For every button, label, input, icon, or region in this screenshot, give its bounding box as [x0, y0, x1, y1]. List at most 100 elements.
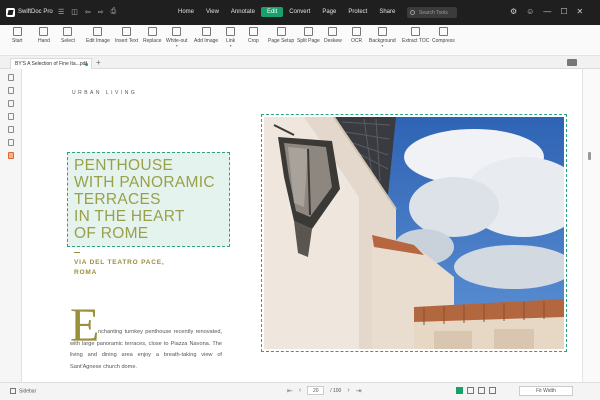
tool-extract-toc[interactable]: Extract TOC	[402, 27, 429, 44]
tool-edit-image[interactable]: Edit Image	[86, 27, 110, 44]
sidebar-toggle[interactable]: Sidebar	[10, 388, 36, 394]
signature-icon[interactable]	[8, 152, 14, 159]
tool-ocr[interactable]: OCR	[351, 27, 362, 44]
tool-white-out[interactable]: White-out ▾	[166, 27, 187, 48]
tool-link[interactable]: Link ▾	[226, 27, 235, 48]
extract-toc-icon	[411, 27, 421, 36]
crop-icon	[248, 27, 258, 36]
bookmark-icon[interactable]	[8, 74, 14, 81]
app-name: SwiftDoc Pro	[18, 9, 53, 15]
sidebar-icon	[10, 388, 16, 394]
tool-split-page[interactable]: Split Page	[297, 27, 320, 44]
tool-deskew[interactable]: Deskew	[324, 27, 342, 44]
body-paragraph: nchanting turnkey penthouse recently ren…	[70, 327, 222, 373]
layers-icon[interactable]	[8, 126, 14, 133]
home-icon	[12, 27, 22, 36]
quick-access-toolbar: ☰ ◫ ⇦ ⇨ ⎙	[58, 8, 116, 16]
section-kicker: URBAN LIVING	[72, 90, 138, 96]
vertical-scrollbar[interactable]	[582, 69, 600, 382]
window-controls: ⚙ ☺ — ☐ ✕	[510, 7, 583, 16]
last-page-icon[interactable]: ⇥	[356, 387, 362, 395]
print-icon[interactable]: ⎙	[111, 8, 117, 16]
whiteout-icon	[172, 27, 182, 36]
tool-start[interactable]: Start	[12, 27, 23, 44]
replace-icon	[147, 27, 157, 36]
menu-share[interactable]: Share	[373, 7, 401, 17]
menu-protect[interactable]: Protect	[342, 7, 373, 17]
search-tools-input[interactable]: Search Tools	[407, 7, 457, 18]
fullscreen-icon[interactable]	[489, 387, 496, 394]
total-pages: / 100	[330, 387, 342, 394]
tool-insert-text[interactable]: Insert Text	[115, 27, 138, 44]
insert-text-icon	[121, 27, 131, 36]
continuous-view-icon[interactable]	[467, 387, 474, 394]
next-page-icon[interactable]: ›	[347, 387, 349, 394]
menu-view[interactable]: View	[200, 7, 225, 17]
hand-icon	[39, 27, 49, 36]
search-icon	[410, 10, 415, 15]
attachment-icon[interactable]	[8, 113, 14, 120]
menu-home[interactable]: Home	[172, 7, 200, 17]
ribbon-toolbar: Start Hand Select Edit Image Insert Text…	[0, 25, 600, 56]
close-button[interactable]: ✕	[577, 7, 584, 16]
image-selection-frame[interactable]	[261, 114, 567, 352]
menu-convert[interactable]: Convert	[283, 7, 316, 17]
minimize-button[interactable]: —	[543, 7, 551, 16]
title-bar: SwiftDoc Pro ☰ ◫ ⇦ ⇨ ⎙ Home View Annotat…	[0, 0, 600, 25]
unsaved-dot-icon	[85, 63, 88, 66]
settings-icon[interactable]: ⚙	[510, 7, 517, 16]
menu-edit[interactable]: Edit	[260, 7, 284, 17]
address-subhead: VIA DEL TEATRO PACE, ROMA	[74, 259, 165, 276]
prev-page-icon[interactable]: ‹	[299, 387, 301, 394]
headline-text-box[interactable]: PENTHOUSE WITH PANORAMIC TERRACES IN THE…	[67, 152, 230, 247]
tool-replace[interactable]: Replace	[143, 27, 161, 44]
document-page: URBAN LIVING PENTHOUSE WITH PANORAMIC TE…	[22, 69, 582, 382]
ocr-icon	[352, 27, 362, 36]
maximize-button[interactable]: ☐	[560, 7, 567, 16]
document-tab-bar: BY'S A Selection of Fine Ita...pdf +	[0, 56, 600, 69]
view-mode-buttons	[456, 387, 496, 394]
tool-page-setup[interactable]: Page Setup	[268, 27, 294, 44]
sidebar-label: Sidebar	[19, 388, 37, 395]
menu-page[interactable]: Page	[316, 7, 342, 17]
body-text: nchanting turnkey penthouse recently ren…	[70, 329, 222, 370]
comment-icon[interactable]	[8, 100, 14, 107]
compress-icon	[438, 27, 448, 36]
building-photo-illustration	[264, 117, 564, 349]
account-icon[interactable]: ☺	[526, 7, 534, 16]
thumbnails-icon[interactable]	[8, 87, 14, 94]
status-bar: Sidebar ⇤ ‹ 20 / 100 › ⇥ Fit Width	[0, 382, 600, 400]
redo-icon[interactable]: ⇨	[98, 8, 104, 16]
page-number-input[interactable]: 20	[307, 386, 325, 395]
first-page-icon[interactable]: ⇤	[287, 387, 293, 395]
panel-toggle-icon[interactable]	[567, 59, 577, 66]
page-navigation: ⇤ ‹ 20 / 100 › ⇥	[287, 386, 362, 395]
app-logo-icon	[6, 8, 15, 17]
undo-icon[interactable]: ⇦	[85, 8, 91, 16]
tool-background[interactable]: Background ▾	[369, 27, 396, 48]
menu-annotate[interactable]: Annotate	[225, 7, 261, 17]
search-panel-icon[interactable]	[8, 139, 14, 146]
subhead-divider	[74, 252, 80, 253]
building-photo	[264, 117, 564, 349]
document-tab[interactable]: BY'S A Selection of Fine Ita...pdf	[10, 58, 92, 69]
edit-image-icon	[93, 27, 103, 36]
tool-crop[interactable]: Crop	[248, 27, 259, 44]
add-tab-button[interactable]: +	[96, 58, 101, 67]
menu-icon[interactable]: ☰	[58, 8, 64, 16]
search-placeholder: Search Tools	[419, 10, 448, 16]
tool-select[interactable]: Select	[61, 27, 75, 44]
tool-add-image[interactable]: Add Image	[194, 27, 218, 44]
scrollbar-thumb[interactable]	[588, 152, 591, 160]
deskew-icon	[328, 27, 338, 36]
add-image-icon	[201, 27, 211, 36]
tool-hand[interactable]: Hand	[38, 27, 50, 44]
tool-compress[interactable]: Compress	[432, 27, 455, 44]
split-page-icon	[303, 27, 313, 36]
link-icon	[226, 27, 236, 36]
background-icon	[377, 27, 387, 36]
two-page-view-icon[interactable]	[478, 387, 485, 394]
zoom-select[interactable]: Fit Width	[519, 386, 573, 396]
single-page-view-icon[interactable]	[456, 387, 463, 394]
save-icon[interactable]: ◫	[71, 8, 78, 16]
